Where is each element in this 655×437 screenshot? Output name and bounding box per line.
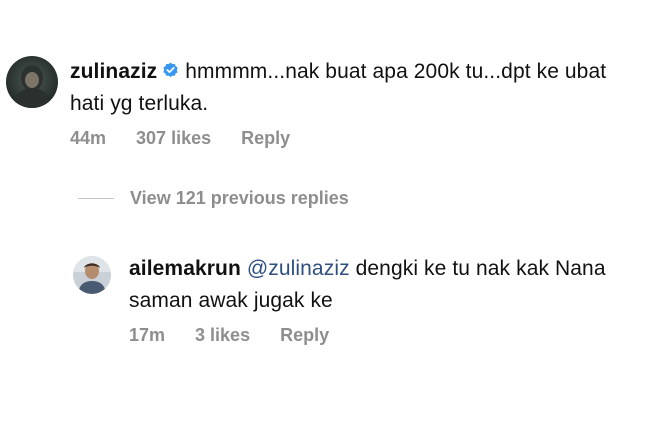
comment-time: 17m <box>129 325 166 345</box>
comment-zulinaziz: zulinaziz hmmmm...nak buat apa 200k tu...… <box>6 56 646 149</box>
divider-line <box>78 198 114 199</box>
comment-meta: 44m 307 likes Reply <box>70 128 646 149</box>
avatar[interactable] <box>6 56 58 108</box>
reply-button[interactable]: Reply <box>280 325 329 346</box>
comment-time: 44m <box>70 128 107 148</box>
comment-ailemakrun: ailemakrun @zulinaziz dengki ke tu nak k… <box>73 253 648 346</box>
verified-badge-icon <box>162 62 179 79</box>
comment-username[interactable]: zulinaziz <box>70 60 157 83</box>
reply-button[interactable]: Reply <box>241 128 290 149</box>
comment-text-block: ailemakrun @zulinaziz dengki ke tu nak k… <box>129 253 648 317</box>
mention-link[interactable]: @zulinaziz <box>247 257 350 280</box>
profile-photo-icon <box>73 256 111 294</box>
profile-photo-icon <box>6 56 58 108</box>
comment-meta: 17m 3 likes Reply <box>129 325 648 346</box>
comment-likes[interactable]: 307 likes <box>136 128 211 149</box>
view-replies-label: View 121 previous replies <box>130 188 349 208</box>
comment-text-block: zulinaziz hmmmm...nak buat apa 200k tu...… <box>70 56 646 120</box>
comments-thread: zulinaziz hmmmm...nak buat apa 200k tu...… <box>0 0 655 437</box>
view-previous-replies-button[interactable]: View 121 previous replies <box>78 188 349 209</box>
avatar[interactable] <box>73 256 111 294</box>
comment-username[interactable]: ailemakrun <box>129 257 241 280</box>
comment-likes[interactable]: 3 likes <box>195 325 250 346</box>
